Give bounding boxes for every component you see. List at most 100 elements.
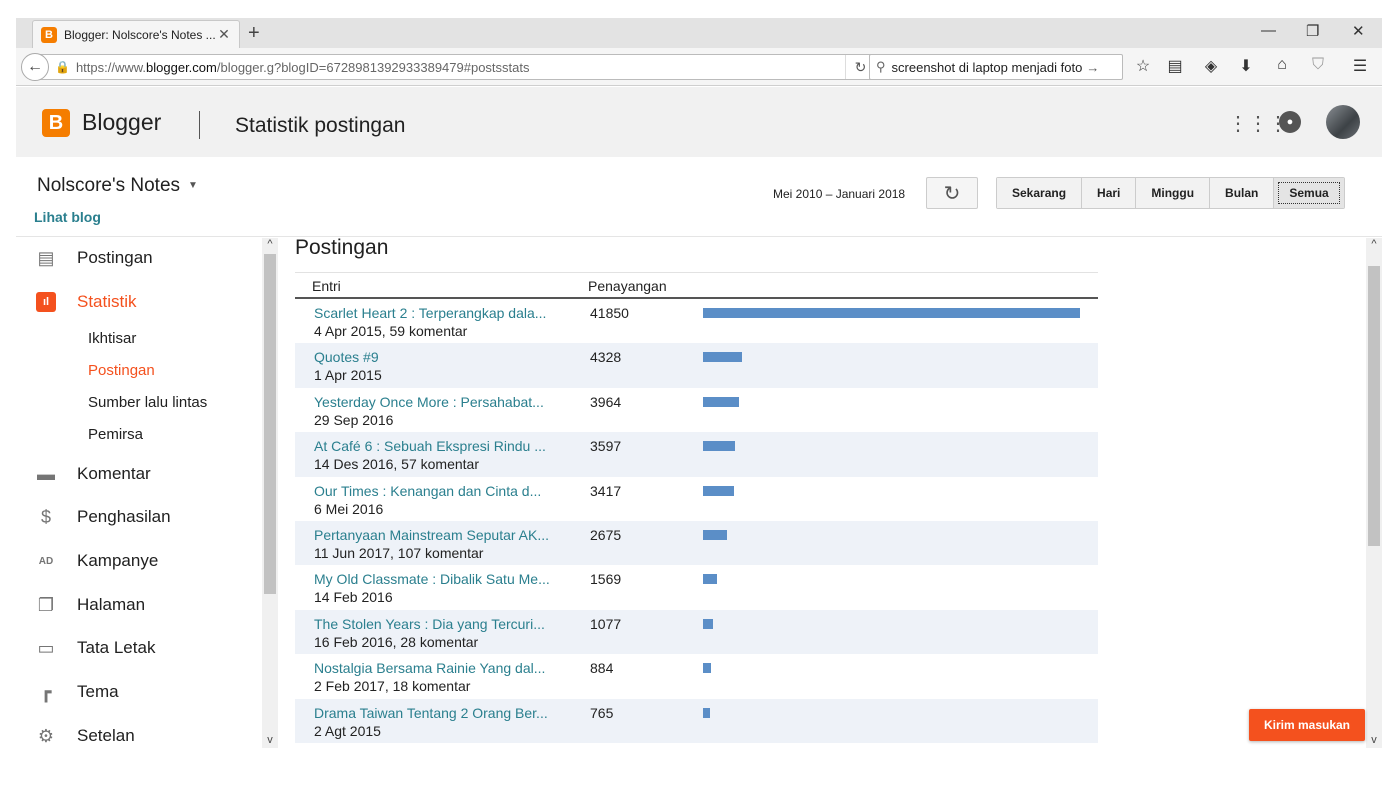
views-bar (703, 663, 711, 674)
range-option-sekarang[interactable]: Sekarang (997, 178, 1083, 208)
home-icon[interactable]: ⌂ (1271, 56, 1293, 74)
date-range-label: Mei 2010 – Januari 2018 (773, 187, 906, 201)
post-views: 3597 (590, 438, 622, 455)
blog-subheader: Nolscore's Notes ▼ Lihat blog Mei 2010 – … (16, 157, 1382, 237)
sidebar-sub-postingan[interactable]: Postingan (88, 362, 155, 379)
post-title-link[interactable]: Our Times : Kenangan dan Cinta d... (314, 483, 554, 499)
views-bar (703, 396, 739, 407)
refresh-icon: ↻ (943, 182, 961, 205)
main-scroll-thumb[interactable] (1368, 266, 1380, 546)
app-header: B Blogger Statistik postingan ⋮⋮⋮ ● (16, 87, 1382, 157)
sidebar-item-kampanye[interactable]: AD Kampanye (16, 541, 262, 581)
brand-name[interactable]: Blogger (82, 109, 161, 136)
browser-tab[interactable]: B Blogger: Nolscore's Notes ... ✕ (32, 20, 240, 48)
search-text: screenshot di laptop menjadi foto (891, 59, 1083, 75)
sidebar-item-tata-letak[interactable]: ▭ Tata Letak (16, 628, 262, 668)
views-bar (703, 441, 735, 452)
post-views: 2675 (590, 526, 622, 543)
address-bar[interactable]: 🔒 https://www.blogger.com/blogger.g?blog… (36, 54, 876, 80)
close-tab-icon[interactable]: ✕ (217, 26, 231, 43)
scroll-down-icon[interactable]: v (1366, 734, 1382, 746)
sidebar-scrollbar[interactable]: ^ v (262, 238, 278, 748)
refresh-button[interactable]: ↻ (926, 177, 978, 209)
scroll-down-icon[interactable]: v (262, 734, 278, 746)
sidebar-item-halaman[interactable]: ❐ Halaman (16, 585, 262, 625)
sidebar-item-penghasilan[interactable]: $ Penghasilan (16, 497, 262, 537)
menu-icon[interactable]: ☰ (1349, 56, 1371, 76)
bookmark-star-icon[interactable]: ☆ (1132, 56, 1154, 76)
post-meta: 14 Des 2016, 57 komentar (314, 456, 479, 473)
post-title-link[interactable]: The Stolen Years : Dia yang Tercuri... (314, 616, 554, 632)
pocket-icon[interactable]: ◈ (1200, 56, 1222, 76)
views-bar (703, 574, 717, 585)
lock-icon: 🔒 (55, 60, 70, 74)
post-views: 1569 (590, 571, 622, 588)
sidebar-sub-sumber[interactable]: Sumber lalu lintas (88, 394, 207, 411)
sidebar-item-komentar[interactable]: ▬ Komentar (16, 454, 262, 494)
views-bar (703, 707, 710, 718)
layout-icon: ▭ (37, 637, 55, 658)
post-views: 3964 (590, 393, 622, 410)
table-row: Drama Taiwan Tentang 2 Orang Ber... 2 Agt… (295, 698, 1098, 743)
search-go-icon[interactable]: → (1086, 60, 1099, 75)
navigation-toolbar: 🔒 https://www.blogger.com/blogger.g?blog… (16, 48, 1382, 86)
table-row: Quotes #9 1 Apr 2015 4328 (295, 343, 1098, 388)
notifications-icon[interactable]: ● (1279, 111, 1301, 133)
post-views: 1077 (590, 615, 622, 632)
post-meta: 2 Agt 2015 (314, 722, 381, 739)
table-row: Our Times : Kenangan dan Cinta d... 6 Mei… (295, 477, 1098, 521)
sidebar-item-tema[interactable]: ┏ Tema (16, 672, 262, 712)
reading-list-icon[interactable]: ▤ (1164, 56, 1186, 76)
sidebar-item-setelan[interactable]: ⚙ Setelan (16, 716, 262, 748)
paint-roller-icon: ┏ (40, 681, 52, 702)
post-title-link[interactable]: Yesterday Once More : Persahabat... (314, 394, 554, 410)
section-title: Postingan (295, 238, 389, 259)
sidebar-item-statistik[interactable]: ıl Statistik (16, 282, 262, 322)
view-blog-link[interactable]: Lihat blog (34, 209, 101, 225)
post-title-link[interactable]: Drama Taiwan Tentang 2 Orang Ber... (314, 705, 554, 721)
sidebar-scroll-thumb[interactable] (264, 254, 276, 594)
range-option-minggu[interactable]: Minggu (1136, 178, 1211, 208)
sidebar-item-postingan[interactable]: ▤ Postingan (16, 238, 262, 278)
minimize-icon[interactable]: — (1261, 22, 1276, 39)
posts-table: Entri Penayangan Scarlet Heart 2 : Terpe… (295, 272, 1098, 743)
download-icon[interactable]: ⬇ (1235, 56, 1257, 76)
post-title-link[interactable]: Pertanyaan Mainstream Seputar AK... (314, 527, 554, 543)
table-row: At Café 6 : Sebuah Ekspresi Rindu ... 14 … (295, 432, 1098, 477)
comment-icon: ▬ (37, 463, 55, 484)
scroll-up-icon[interactable]: ^ (262, 238, 278, 250)
main-scrollbar[interactable]: ^ v (1366, 238, 1382, 748)
stats-icon: ıl (34, 290, 58, 314)
blog-selector[interactable]: Nolscore's Notes ▼ (37, 175, 198, 197)
back-button[interactable]: ← (21, 53, 49, 81)
close-window-icon[interactable]: ✕ (1352, 22, 1365, 40)
post-title-link[interactable]: At Café 6 : Sebuah Ekspresi Rindu ... (314, 438, 554, 454)
scroll-up-icon[interactable]: ^ (1366, 238, 1382, 250)
shield-icon[interactable]: ⛉ (1307, 56, 1329, 74)
blogger-logo-icon[interactable]: B (42, 109, 70, 137)
feedback-button[interactable]: Kirim masukan (1249, 709, 1365, 741)
sidebar-sub-ikhtisar[interactable]: Ikhtisar (88, 330, 136, 347)
dropdown-caret-icon: ▼ (188, 180, 198, 192)
column-header-penayangan: Penayangan (588, 278, 667, 294)
range-option-bulan[interactable]: Bulan (1210, 178, 1275, 208)
table-row: The Stolen Years : Dia yang Tercuri... 16… (295, 609, 1098, 655)
post-title-link[interactable]: Scarlet Heart 2 : Terperangkap dala... (314, 305, 554, 321)
sidebar-sub-pemirsa[interactable]: Pemirsa (88, 426, 143, 443)
table-row: Nostalgia Bersama Rainie Yang dal... 2 Fe… (295, 654, 1098, 698)
avatar[interactable] (1326, 105, 1360, 139)
post-meta: 14 Feb 2016 (314, 589, 393, 606)
post-title-link[interactable]: Quotes #9 (314, 349, 554, 365)
column-header-entri: Entri (312, 278, 341, 294)
sidebar: ▤ Postingan ıl Statistik Ikhtisar Postin… (16, 238, 278, 748)
post-title-link[interactable]: Nostalgia Bersama Rainie Yang dal... (314, 660, 554, 676)
range-option-hari[interactable]: Hari (1082, 178, 1137, 208)
restore-icon[interactable]: ❐ (1306, 22, 1319, 40)
post-meta: 6 Mei 2016 (314, 500, 384, 517)
dollar-icon: $ (40, 506, 51, 527)
browser-window: B Blogger: Nolscore's Notes ... ✕ + — ❐ … (16, 18, 1382, 748)
range-option-semua[interactable]: Semua (1274, 178, 1344, 208)
new-tab-icon[interactable]: + (248, 22, 260, 45)
post-title-link[interactable]: My Old Classmate : Dibalik Satu Me... (314, 571, 554, 587)
search-field[interactable]: ⚲ screenshot di laptop menjadi foto → (869, 54, 1123, 80)
